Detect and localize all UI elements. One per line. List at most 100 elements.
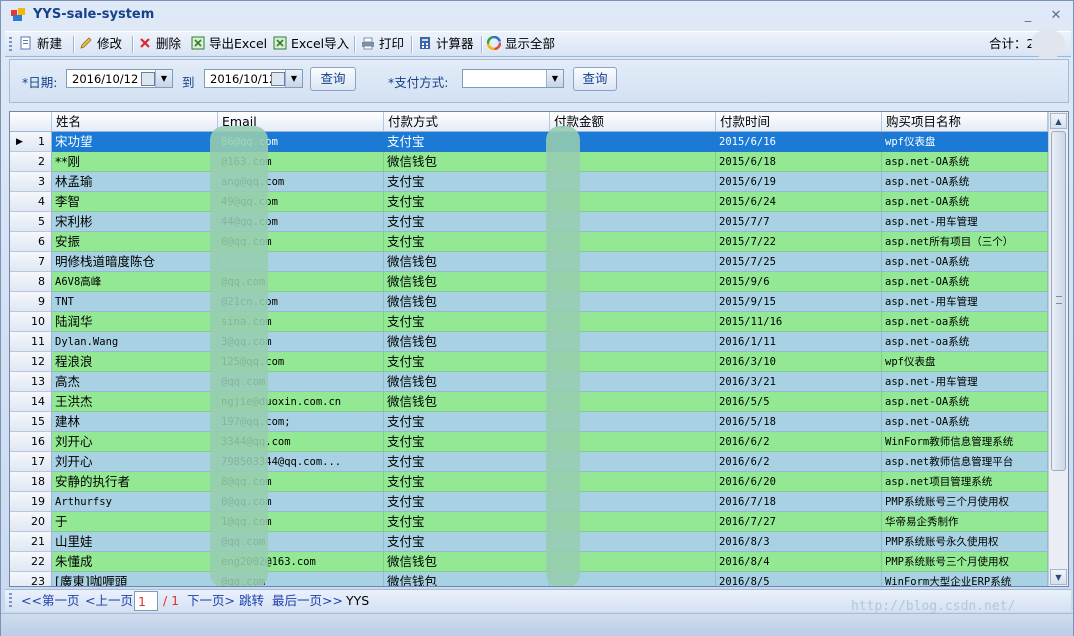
column-header-payment-time[interactable]: 付款时间 [716,112,882,131]
toolbar-grip[interactable] [9,37,12,53]
cell-name[interactable]: 建林 [52,412,218,432]
cell-pay[interactable]: 支付宝 [384,412,550,432]
cell-time[interactable]: 2015/6/19 [716,172,882,192]
cell-item[interactable]: asp.net-用车管理 [882,372,1048,392]
table-row[interactable]: 12程浪浪125@qq.com支付宝2016/3/10wpf仪表盘 [10,352,1048,372]
cell-time[interactable]: 2015/7/25 [716,252,882,272]
cell-item[interactable]: wpf仪表盘 [882,352,1048,372]
new-button[interactable]: 新建 [19,35,62,53]
cell-pay[interactable]: 微信钱包 [384,552,550,572]
cell-time[interactable]: 2016/5/18 [716,412,882,432]
cell-time[interactable]: 2015/6/24 [716,192,882,212]
cell-name[interactable]: **刚 [52,152,218,172]
table-row[interactable]: 22 朱懂成 eng2002@163.com 微信钱包 2016/8/4 PMP系统账号三… [10,552,1048,572]
sales-grid[interactable]: 姓名 Email 付款方式 付款金额 付款时间 购买项目名称 ▶1宋功望86@q… [9,111,1069,587]
cell-item[interactable]: asp.net-用车管理 [882,292,1048,312]
cell-time[interactable]: 2016/7/18 [716,492,882,512]
table-row[interactable]: 2**刚@163.com微信钱包2015/6/18asp.net-OA系统 [10,152,1048,172]
cell-pay[interactable]: 支付宝 [384,132,550,152]
import-excel-button[interactable]: Excel导入 [273,35,349,53]
cell-time[interactable]: 2016/6/2 [716,452,882,472]
cell-name[interactable]: 安振 [52,232,218,252]
row-header[interactable]: 4 [10,192,52,212]
table-row[interactable]: 6安振0@qq.com支付宝2015/7/22asp.net所有项目（三个） [10,232,1048,252]
cell-time[interactable]: 2016/6/20 [716,472,882,492]
cell-item[interactable]: asp.net所有项目（三个） [882,232,1048,252]
cell-pay[interactable]: 微信钱包 [384,152,550,172]
cell-item[interactable]: PMP系统账号三个月使用权 [882,552,1048,572]
row-header[interactable]: 8 [10,272,52,292]
row-header[interactable]: 23 [10,572,52,586]
cell-name[interactable]: 于 [52,512,218,532]
row-header[interactable]: 11 [10,332,52,352]
scroll-thumb[interactable] [1051,131,1066,471]
cell-time[interactable]: 2016/8/3 [716,532,882,552]
cell-item[interactable]: asp.net-OA系统 [882,412,1048,432]
page-number-input[interactable]: 1 [134,591,158,611]
table-row[interactable]: 20于1@qq.com支付宝2016/7/27华帝易企秀制作 [10,512,1048,532]
cell-name[interactable]: 程浪浪 [52,352,218,372]
date-query-button[interactable]: 查询 [310,67,356,91]
row-header[interactable]: ▶ 1 [10,132,52,152]
export-excel-button[interactable]: 导出Excel [191,35,267,53]
row-header[interactable]: 19 [10,492,52,512]
cell-time[interactable]: 2015/9/6 [716,272,882,292]
column-header-amount[interactable]: 付款金额 [550,112,716,131]
cell-pay[interactable]: 微信钱包 [384,292,550,312]
print-button[interactable]: 打印 [361,35,404,53]
close-button[interactable]: ✕ [1047,7,1065,25]
cell-item[interactable]: asp.net-OA系统 [882,172,1048,192]
date-to-picker[interactable]: 2016/10/12 ▼ [204,69,303,88]
last-page-link[interactable]: 最后一页>> [272,593,343,609]
cell-pay[interactable]: 微信钱包 [384,272,550,292]
title-bar[interactable]: YYS-sale-system _ ✕ [1,1,1073,31]
cell-item[interactable]: WinForm教师信息管理系统 [882,432,1048,452]
row-header[interactable]: 3 [10,172,52,192]
cell-pay[interactable]: 支付宝 [384,512,550,532]
row-header[interactable]: 20 [10,512,52,532]
cell-pay[interactable]: 支付宝 [384,212,550,232]
cell-name[interactable]: [廣東]咖喱頭 [52,572,218,586]
cell-item[interactable]: asp.net项目管理系统 [882,472,1048,492]
cell-pay[interactable]: 微信钱包 [384,392,550,412]
cell-name[interactable]: 宋利彬 [52,212,218,232]
calculator-button[interactable]: 计算器 [418,35,474,53]
table-row[interactable]: 14 王洪杰 ngjie@duoxin.com.cn 微信钱包 2016/5/5 asp.… [10,392,1048,412]
cell-pay[interactable]: 支付宝 [384,172,550,192]
cell-item[interactable]: asp.net-用车管理 [882,212,1048,232]
row-header[interactable]: 12 [10,352,52,372]
cell-item[interactable]: WinForm大型企业ERP系统 [882,572,1048,586]
chevron-down-icon[interactable]: ▼ [155,70,172,87]
row-header[interactable]: 14 [10,392,52,412]
scroll-up-button[interactable]: ▲ [1050,113,1067,129]
cell-item[interactable]: asp.net教师信息管理平台 [882,452,1048,472]
table-row[interactable]: 7 明修栈道暗度陈仓 微信钱包 2015/7/25 asp.net-OA系统 [10,252,1048,272]
cell-item[interactable]: PMP系统账号三个月使用权 [882,492,1048,512]
chevron-down-icon[interactable]: ▼ [546,70,563,87]
pager-grip[interactable] [9,593,12,609]
cell-pay[interactable]: 支付宝 [384,452,550,472]
table-row[interactable]: ▶1宋功望86@qq.com支付宝2015/6/16wpf仪表盘 [10,132,1048,152]
cell-item[interactable]: wpf仪表盘 [882,132,1048,152]
vertical-scrollbar[interactable]: ▲ ▼ [1048,112,1068,586]
cell-name[interactable]: 陆润华 [52,312,218,332]
cell-item[interactable]: PMP系统账号永久使用权 [882,532,1048,552]
table-row[interactable]: 23[廣東]咖喱頭@qq.com微信钱包2016/8/5WinForm大型企业E… [10,572,1048,586]
delete-button[interactable]: 删除 [138,35,181,53]
table-row[interactable]: 4李智49@qq.com支付宝2015/6/24asp.net-OA系统 [10,192,1048,212]
cell-item[interactable]: asp.net-OA系统 [882,192,1048,212]
minimize-button[interactable]: _ [1019,7,1037,25]
cell-pay[interactable]: 微信钱包 [384,332,550,352]
cell-pay[interactable]: 微信钱包 [384,572,550,586]
table-row[interactable]: 16刘开心3344@qq.com支付宝2016/6/2WinForm教师信息管理… [10,432,1048,452]
row-header[interactable]: 9 [10,292,52,312]
cell-pay[interactable]: 支付宝 [384,232,550,252]
row-header[interactable]: 7 [10,252,52,272]
cell-name[interactable]: Dylan.Wang [52,332,218,352]
table-row[interactable]: 9TNT@21cn.com微信钱包2015/9/15asp.net-用车管理 [10,292,1048,312]
table-row[interactable]: 18安静的执行者8@qq.com支付宝2016/6/20asp.net项目管理系… [10,472,1048,492]
cell-time[interactable]: 2015/6/18 [716,152,882,172]
row-header[interactable]: 13 [10,372,52,392]
row-header[interactable]: 15 [10,412,52,432]
cell-time[interactable]: 2016/6/2 [716,432,882,452]
